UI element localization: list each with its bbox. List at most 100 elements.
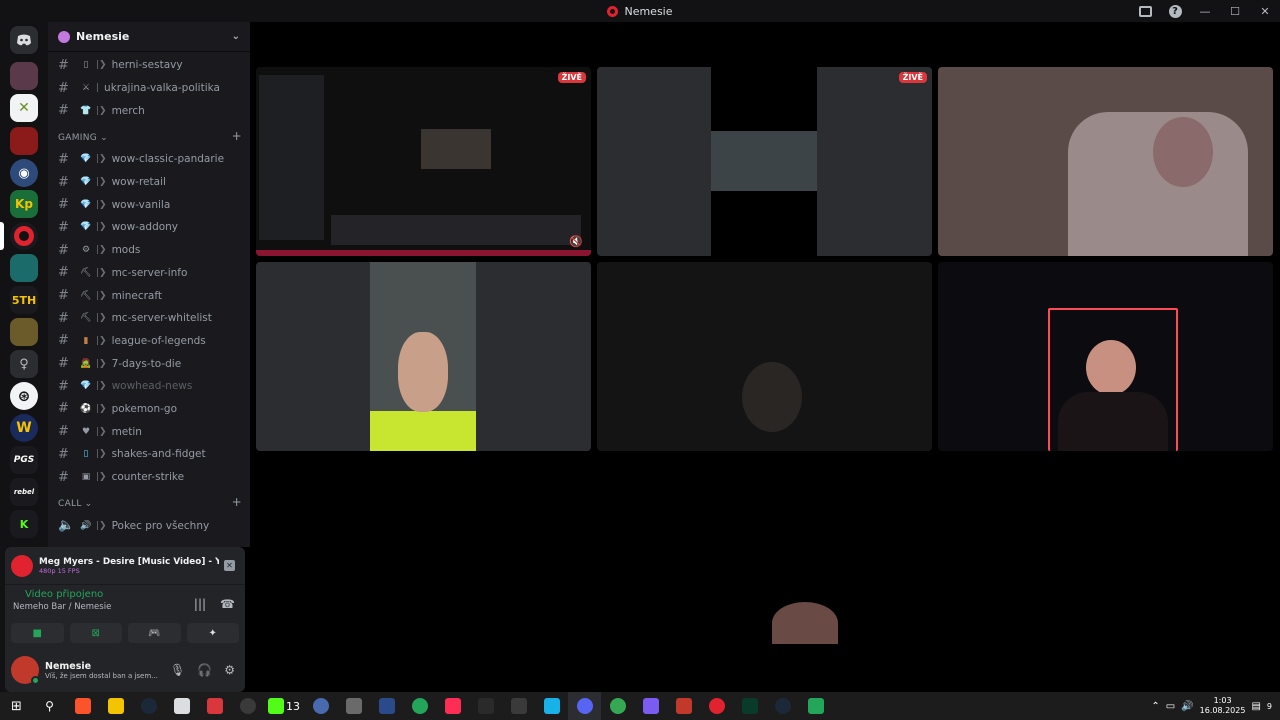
taskbar-app-icon-13[interactable] bbox=[733, 692, 766, 720]
now-playing-title: Meg Myers - Desire [Music Video] - YouTu… bbox=[39, 556, 219, 567]
taskbar-app-icon-2[interactable] bbox=[198, 692, 231, 720]
add-channel-icon[interactable]: + bbox=[232, 495, 242, 509]
camera-tile-4[interactable] bbox=[938, 262, 1273, 451]
channel-item[interactable]: # 💎 |❯ wow-retail bbox=[48, 171, 250, 194]
headphones-icon[interactable]: 🎧 bbox=[197, 663, 212, 677]
server-icon-3[interactable] bbox=[10, 127, 38, 155]
taskbar-app-icon-3[interactable] bbox=[231, 692, 264, 720]
taskbar-app-icon-1[interactable] bbox=[165, 692, 198, 720]
taskbar-steam-icon-2[interactable] bbox=[766, 692, 799, 720]
minimize-button[interactable]: — bbox=[1190, 0, 1220, 22]
channel-item[interactable]: # 🧟 |❯ 7-days-to-die bbox=[48, 352, 250, 375]
inbox-button[interactable] bbox=[1130, 0, 1160, 22]
taskbar-brave-icon[interactable] bbox=[66, 692, 99, 720]
channel-item[interactable]: # 💎 |❯ wow-addony bbox=[48, 216, 250, 239]
taskbar-kodi-icon[interactable] bbox=[535, 692, 568, 720]
separator: |❯ bbox=[96, 520, 107, 531]
taskbar-explorer-icon[interactable] bbox=[99, 692, 132, 720]
server-icon-5th[interactable]: 5TH bbox=[10, 286, 38, 314]
clock[interactable]: 1:03 16.08.2025 bbox=[1200, 696, 1246, 716]
camera-tile-2[interactable] bbox=[256, 262, 591, 451]
channel-item[interactable]: # 💎 |❯ wowhead-news bbox=[48, 375, 250, 398]
taskbar-app-icon-5[interactable] bbox=[337, 692, 370, 720]
hash-icon: # bbox=[58, 151, 69, 167]
channel-name: merch bbox=[111, 104, 145, 117]
add-channel-icon[interactable]: + bbox=[232, 129, 242, 143]
server-icon-7[interactable]: ♀ bbox=[10, 350, 38, 378]
disconnect-icon[interactable]: ☎ bbox=[220, 597, 235, 611]
stop-stream-icon[interactable]: ✕ bbox=[224, 560, 235, 571]
taskbar-app-icon-7[interactable] bbox=[403, 692, 436, 720]
taskbar-app-icon-11[interactable] bbox=[667, 692, 700, 720]
category-gaming[interactable]: GAMING ⌄ + bbox=[48, 122, 250, 148]
server-icon-rebel[interactable]: rebel bbox=[10, 478, 38, 506]
notifications-icon[interactable]: ▤ bbox=[1251, 701, 1260, 712]
maximize-button[interactable]: ☐ bbox=[1220, 0, 1250, 22]
camera-tile-1[interactable] bbox=[938, 67, 1273, 256]
network-icon[interactable]: ▭ bbox=[1166, 701, 1175, 712]
noise-suppression-icon[interactable]: ||| bbox=[194, 597, 206, 611]
stream-tile-1[interactable]: ŽIVĚ 🔇 bbox=[256, 67, 591, 256]
guild-header[interactable]: Nemesie ⌄ bbox=[48, 22, 250, 52]
tray-overflow-icon[interactable]: ⌃ bbox=[1151, 701, 1159, 712]
channel-item[interactable]: # ⛏ |❯ mc-server-info bbox=[48, 262, 250, 285]
channel-item[interactable]: # ♥ |❯ metin bbox=[48, 420, 250, 443]
server-icon-kick[interactable]: K bbox=[10, 510, 38, 538]
online-status-icon bbox=[31, 676, 40, 685]
taskbar-app-icon-4[interactable] bbox=[304, 692, 337, 720]
stream-tile-2[interactable]: ŽIVĚ bbox=[597, 67, 932, 256]
close-button[interactable]: ✕ bbox=[1250, 0, 1280, 22]
server-icon-pgs[interactable]: PGS bbox=[10, 446, 38, 474]
server-icon-1[interactable] bbox=[10, 62, 38, 90]
taskbar-chrome-icon[interactable] bbox=[601, 692, 634, 720]
taskbar-discord-icon[interactable] bbox=[568, 692, 601, 720]
taskbar-app-icon-9[interactable] bbox=[502, 692, 535, 720]
muted-speaker-icon[interactable]: 🔇 bbox=[569, 235, 583, 248]
channel-item[interactable]: # 💎 |❯ wow-classic-pandarie bbox=[48, 148, 250, 171]
server-icon-2[interactable]: ✕ bbox=[10, 94, 38, 122]
taskbar-epic-icon[interactable] bbox=[469, 692, 502, 720]
taskbar-app-icon-6[interactable] bbox=[370, 692, 403, 720]
channel-item[interactable]: # 💎 |❯ wow-vanila bbox=[48, 193, 250, 216]
server-icon-4[interactable]: ◉ bbox=[10, 159, 38, 187]
discord-home-icon[interactable] bbox=[10, 26, 38, 54]
voice-channel-item[interactable]: 🔈 🔊 |❯ Pokec pro všechny bbox=[48, 514, 250, 537]
server-icon-kp[interactable]: Kp bbox=[10, 190, 38, 218]
server-icon-6[interactable] bbox=[10, 318, 38, 346]
settings-gear-icon[interactable]: ⚙ bbox=[224, 663, 235, 677]
screen-share-button[interactable]: ⊠ bbox=[69, 623, 122, 643]
server-icon-nemesie[interactable] bbox=[10, 222, 38, 250]
channel-item[interactable]: # ⚔ | ukrajina-valka-politika bbox=[48, 77, 250, 100]
search-icon[interactable]: ⚲ bbox=[33, 692, 66, 720]
taskbar-app-icon-8[interactable] bbox=[436, 692, 469, 720]
channel-item[interactable]: # ▯ |❯ shakes-and-fidget bbox=[48, 443, 250, 466]
microphone-icon[interactable]: 🎙 bbox=[170, 663, 185, 677]
taskbar-steam-icon[interactable] bbox=[132, 692, 165, 720]
channel-item[interactable]: # ▯ |❯ herni-sestavy bbox=[48, 54, 250, 77]
activities-button[interactable]: 🎮 bbox=[128, 623, 181, 643]
avatar[interactable] bbox=[11, 656, 40, 685]
channel-item[interactable]: # ▣ |❯ counter-strike bbox=[48, 466, 250, 489]
channel-item[interactable]: # ⛏ |❯ mc-server-whitelist bbox=[48, 307, 250, 330]
channel-name: minecraft bbox=[111, 289, 162, 302]
taskbar-app-icon-10[interactable] bbox=[634, 692, 667, 720]
volume-icon[interactable]: 🔊 bbox=[1181, 701, 1193, 712]
soundboard-button[interactable]: ✦ bbox=[186, 623, 239, 643]
server-icon-5[interactable] bbox=[10, 254, 38, 282]
channel-item[interactable]: # ⛏ |❯ minecraft bbox=[48, 284, 250, 307]
channel-item[interactable]: # ⚽ |❯ pokemon-go bbox=[48, 398, 250, 421]
taskbar-app-icon-12[interactable] bbox=[700, 692, 733, 720]
now-playing-bar[interactable]: Meg Myers - Desire [Music Video] - YouTu… bbox=[5, 547, 245, 585]
start-button[interactable]: ⊞ bbox=[0, 692, 33, 720]
channel-item[interactable]: # ⚙ |❯ mods bbox=[48, 239, 250, 262]
camera-tile-3[interactable] bbox=[597, 262, 932, 451]
server-icon-8[interactable]: ⊛ bbox=[10, 382, 38, 410]
channel-item[interactable]: # ▮ |❯ league-of-legends bbox=[48, 330, 250, 353]
server-icon-wow[interactable]: W bbox=[10, 414, 38, 442]
help-button[interactable]: ? bbox=[1160, 0, 1190, 22]
taskbar-app-icon-14[interactable] bbox=[799, 692, 832, 720]
camera-button[interactable]: ■ bbox=[11, 623, 64, 643]
taskbar-kick-icon[interactable]: 13 bbox=[264, 692, 304, 720]
category-call[interactable]: CALL ⌄ + bbox=[48, 488, 250, 514]
channel-item[interactable]: # 👕 |❯ merch bbox=[48, 99, 250, 122]
